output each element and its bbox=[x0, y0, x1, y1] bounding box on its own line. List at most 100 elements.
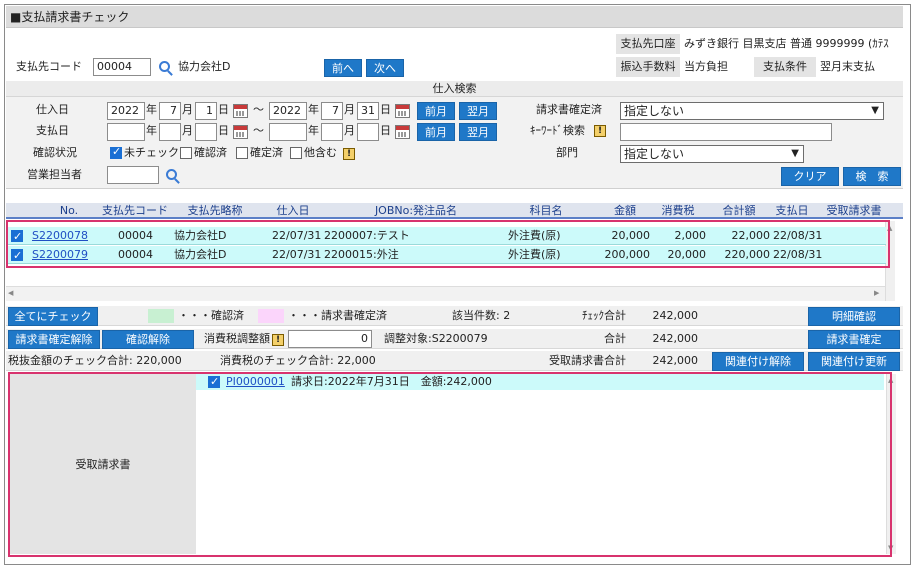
received-total-value: 242,000 bbox=[652, 354, 699, 367]
search-icon[interactable] bbox=[166, 169, 177, 180]
search-button[interactable]: 検 索 bbox=[843, 167, 901, 186]
next-month-button[interactable]: 翌月 bbox=[459, 102, 497, 120]
finalized-label: 確定済 bbox=[250, 146, 283, 159]
update-link-button[interactable]: 関連付け更新 bbox=[808, 352, 900, 371]
highlight-frame bbox=[6, 220, 890, 268]
col-total: 合計額 bbox=[722, 204, 756, 217]
payee-code-input[interactable]: 00004 bbox=[93, 58, 151, 76]
invoice-final-value: 指定しない bbox=[624, 104, 685, 118]
keyword-input[interactable] bbox=[620, 123, 832, 141]
tax-adjust-label: 消費税調整額 bbox=[204, 332, 270, 345]
day-unit: 日 bbox=[380, 103, 391, 116]
terms-label: 支払条件 bbox=[754, 57, 816, 77]
finalized-swatch bbox=[258, 309, 284, 323]
unlink-button[interactable]: 関連付け解除 bbox=[712, 352, 804, 371]
warning-icon: ! bbox=[594, 125, 606, 137]
confirmed-swatch bbox=[148, 309, 174, 323]
invoice-final-select[interactable]: 指定しない ▼ bbox=[620, 102, 884, 120]
dept-select[interactable]: 指定しない ▼ bbox=[620, 145, 804, 163]
pay-from-day[interactable] bbox=[195, 123, 217, 141]
col-job: JOBNo:発注品名 bbox=[374, 204, 458, 217]
total-value: 242,000 bbox=[652, 332, 699, 345]
check-all-button[interactable]: 全てにチェック bbox=[8, 307, 98, 326]
calendar-icon[interactable] bbox=[233, 104, 248, 118]
invoice-finalize-button[interactable]: 請求書確定 bbox=[808, 330, 900, 349]
received-total-label: 受取請求書合計 bbox=[549, 354, 626, 367]
confirmed-checkbox[interactable] bbox=[180, 147, 192, 159]
pay-to-day[interactable] bbox=[357, 123, 379, 141]
year-unit: 年 bbox=[146, 124, 157, 137]
scroll-right-icon[interactable]: ▶ bbox=[874, 289, 879, 297]
adjust-target: 調整対象:S2200079 bbox=[384, 332, 488, 345]
dept-label: 部門 bbox=[556, 146, 578, 159]
others-checkbox[interactable] bbox=[290, 147, 302, 159]
finalized-checkbox[interactable] bbox=[236, 147, 248, 159]
cancel-confirm-button[interactable]: 確認解除 bbox=[102, 330, 194, 349]
pay-from-year[interactable] bbox=[107, 123, 145, 141]
unchecked-checkbox[interactable] bbox=[110, 145, 122, 159]
others-label: 他含む bbox=[304, 146, 337, 159]
table-header: No. 支払先コード 支払先略称 仕入日 JOBNo:発注品名 科目名 金額 消… bbox=[6, 203, 903, 219]
sales-rep-input[interactable] bbox=[107, 166, 159, 184]
warning-icon: ! bbox=[343, 148, 355, 160]
day-unit: 日 bbox=[218, 103, 229, 116]
month-unit: 月 bbox=[182, 103, 193, 116]
dept-value: 指定しない bbox=[624, 147, 685, 161]
next-month-button[interactable]: 翌月 bbox=[459, 123, 497, 141]
col-account: 科目名 bbox=[529, 204, 563, 217]
pay-from-month[interactable] bbox=[159, 123, 181, 141]
window-title: ■支払請求書チェック bbox=[6, 6, 903, 28]
month-unit: 月 bbox=[182, 124, 193, 137]
check-total-value: 242,000 bbox=[652, 309, 699, 322]
invoice-final-label: 請求書確定済 bbox=[536, 103, 602, 116]
search-icon[interactable] bbox=[159, 61, 170, 72]
col-code: 支払先コード bbox=[102, 204, 168, 217]
range-tilde: ～ bbox=[253, 124, 264, 137]
fee-value: 当方負担 bbox=[684, 60, 728, 73]
confirmed-label: 確認済 bbox=[194, 146, 227, 159]
purchase-from-year[interactable]: 2022 bbox=[107, 102, 145, 120]
purchase-to-day[interactable]: 31 bbox=[357, 102, 379, 120]
purchase-from-day[interactable]: 1 bbox=[195, 102, 217, 120]
payee-name: 協力会社D bbox=[178, 60, 231, 73]
month-unit: 月 bbox=[344, 103, 355, 116]
cancel-invoice-final-button[interactable]: 請求書確定解除 bbox=[8, 330, 100, 349]
next-button[interactable]: 次へ bbox=[366, 59, 404, 77]
calendar-icon[interactable] bbox=[395, 104, 410, 118]
pretax-check-total: 税抜金額のチェック合計: 220,000 bbox=[8, 354, 182, 367]
col-tax: 消費税 bbox=[661, 204, 695, 217]
year-unit: 年 bbox=[308, 124, 319, 137]
purchase-to-month[interactable]: 7 bbox=[321, 102, 343, 120]
purchase-to-year[interactable]: 2022 bbox=[269, 102, 307, 120]
calendar-icon[interactable] bbox=[395, 125, 410, 139]
tax-check-total: 消費税のチェック合計: 22,000 bbox=[220, 354, 376, 367]
prev-button[interactable]: 前へ bbox=[324, 59, 362, 77]
chevron-down-icon: ▼ bbox=[791, 148, 799, 159]
table-hscrollbar[interactable] bbox=[6, 286, 885, 301]
prev-month-button[interactable]: 前月 bbox=[417, 102, 455, 120]
account-label: 支払先口座 bbox=[616, 34, 680, 54]
day-unit: 日 bbox=[218, 124, 229, 137]
legend-finalized: ・・・請求書確定済 bbox=[288, 309, 387, 322]
scroll-left-icon[interactable]: ◀ bbox=[8, 289, 13, 297]
col-date: 仕入日 bbox=[276, 204, 310, 217]
prev-month-button[interactable]: 前月 bbox=[417, 123, 455, 141]
terms-value: 翌月末支払 bbox=[820, 60, 875, 73]
detail-confirm-button[interactable]: 明細確認 bbox=[808, 307, 900, 326]
clear-button[interactable]: クリア bbox=[781, 167, 839, 186]
search-panel-title: 仕入検索 bbox=[6, 81, 903, 97]
col-pay-date: 支払日 bbox=[775, 204, 809, 217]
col-amount: 金額 bbox=[614, 204, 636, 217]
pay-to-year[interactable] bbox=[269, 123, 307, 141]
tax-adjust-input[interactable]: 0 bbox=[288, 330, 372, 348]
sales-rep-label: 営業担当者 bbox=[27, 168, 82, 181]
total-label: 合計 bbox=[604, 332, 626, 345]
chevron-down-icon: ▼ bbox=[871, 105, 879, 116]
calendar-icon[interactable] bbox=[233, 125, 248, 139]
purchase-date-label: 仕入日 bbox=[36, 103, 69, 116]
purchase-from-month[interactable]: 7 bbox=[159, 102, 181, 120]
year-unit: 年 bbox=[308, 103, 319, 116]
year-unit: 年 bbox=[146, 103, 157, 116]
col-received: 受取請求書 bbox=[826, 204, 882, 217]
pay-to-month[interactable] bbox=[321, 123, 343, 141]
